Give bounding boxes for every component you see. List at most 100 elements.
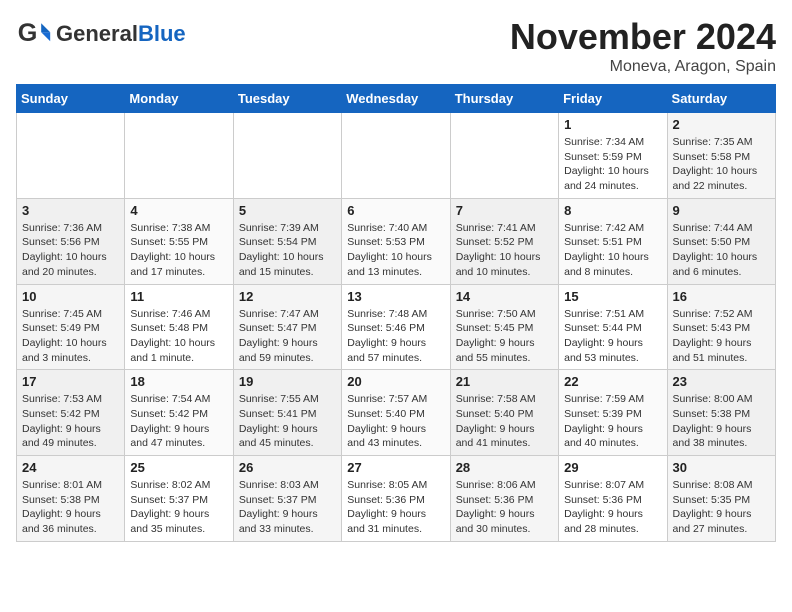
calendar-header-row: SundayMondayTuesdayWednesdayThursdayFrid… — [17, 85, 776, 113]
calendar-cell: 26Sunrise: 8:03 AM Sunset: 5:37 PM Dayli… — [233, 456, 341, 542]
calendar-cell: 6 Sunrise: 7:40 AM Sunset: 5:53 PM Daylig… — [342, 198, 450, 284]
day-info: Sunrise: 8:01 AM Sunset: 5:38 PM Dayligh… — [22, 478, 119, 537]
calendar-cell: 17 Sunrise: 7:53 AM Sunset: 5:42 PM Dayli… — [17, 370, 125, 456]
weekday-header-wednesday: Wednesday — [342, 85, 450, 113]
location-subtitle: Moneva, Aragon, Spain — [510, 58, 776, 76]
calendar-cell: 24 Sunrise: 8:01 AM Sunset: 5:38 PM Dayli… — [17, 456, 125, 542]
day-number: 27 — [347, 460, 444, 475]
day-info: Sunrise: 7:34 AM Sunset: 5:59 PM Dayligh… — [564, 135, 661, 194]
calendar-cell: 13 Sunrise: 7:48 AM Sunset: 5:46 PM Dayli… — [342, 284, 450, 370]
day-number: 5 — [239, 203, 336, 218]
calendar-cell: 14Sunrise: 7:50 AM Sunset: 5:45 PM Dayli… — [450, 284, 558, 370]
calendar-cell: 18 Sunrise: 7:54 AM Sunset: 5:42 PM Dayli… — [125, 370, 233, 456]
calendar-week-1: 1 Sunrise: 7:34 AM Sunset: 5:59 PM Daylig… — [17, 113, 776, 199]
calendar-cell — [450, 113, 558, 199]
day-info: Sunrise: 7:39 AM Sunset: 5:54 PM Dayligh… — [239, 221, 336, 280]
day-number: 22 — [564, 374, 661, 389]
logo-general: General — [56, 21, 138, 46]
day-info: Sunrise: 8:00 AM Sunset: 5:38 PM Dayligh… — [673, 392, 770, 451]
day-info: Sunrise: 7:44 AM Sunset: 5:50 PM Dayligh… — [673, 221, 770, 280]
calendar-cell: 11 Sunrise: 7:46 AM Sunset: 5:48 PM Dayli… — [125, 284, 233, 370]
day-number: 8 — [564, 203, 661, 218]
calendar-cell: 10 Sunrise: 7:45 AM Sunset: 5:49 PM Dayli… — [17, 284, 125, 370]
calendar-cell: 8 Sunrise: 7:42 AM Sunset: 5:51 PM Daylig… — [559, 198, 667, 284]
calendar-cell: 21Sunrise: 7:58 AM Sunset: 5:40 PM Dayli… — [450, 370, 558, 456]
calendar-cell: 2Sunrise: 7:35 AM Sunset: 5:58 PM Daylig… — [667, 113, 775, 199]
day-info: Sunrise: 7:41 AM Sunset: 5:52 PM Dayligh… — [456, 221, 553, 280]
day-info: Sunrise: 7:42 AM Sunset: 5:51 PM Dayligh… — [564, 221, 661, 280]
calendar-table: SundayMondayTuesdayWednesdayThursdayFrid… — [16, 84, 776, 542]
calendar-cell: 7 Sunrise: 7:41 AM Sunset: 5:52 PM Daylig… — [450, 198, 558, 284]
calendar-cell — [233, 113, 341, 199]
logo-blue: Blue — [138, 21, 186, 46]
day-number: 17 — [22, 374, 119, 389]
calendar-cell: 28 Sunrise: 8:06 AM Sunset: 5:36 PM Dayli… — [450, 456, 558, 542]
day-number: 29 — [564, 460, 661, 475]
day-info: Sunrise: 8:02 AM Sunset: 5:37 PM Dayligh… — [130, 478, 227, 537]
calendar-cell: 1 Sunrise: 7:34 AM Sunset: 5:59 PM Daylig… — [559, 113, 667, 199]
calendar-cell: 9Sunrise: 7:44 AM Sunset: 5:50 PM Daylig… — [667, 198, 775, 284]
day-info: Sunrise: 8:06 AM Sunset: 5:36 PM Dayligh… — [456, 478, 553, 537]
day-info: Sunrise: 7:45 AM Sunset: 5:49 PM Dayligh… — [22, 307, 119, 366]
calendar-cell — [17, 113, 125, 199]
day-info: Sunrise: 7:38 AM Sunset: 5:55 PM Dayligh… — [130, 221, 227, 280]
day-info: Sunrise: 7:46 AM Sunset: 5:48 PM Dayligh… — [130, 307, 227, 366]
day-info: Sunrise: 8:05 AM Sunset: 5:36 PM Dayligh… — [347, 478, 444, 537]
weekday-header-friday: Friday — [559, 85, 667, 113]
calendar-cell: 15Sunrise: 7:51 AM Sunset: 5:44 PM Dayli… — [559, 284, 667, 370]
logo: G GeneralBlue — [16, 16, 186, 52]
weekday-header-sunday: Sunday — [17, 85, 125, 113]
day-info: Sunrise: 8:03 AM Sunset: 5:37 PM Dayligh… — [239, 478, 336, 537]
calendar-cell: 12 Sunrise: 7:47 AM Sunset: 5:47 PM Dayli… — [233, 284, 341, 370]
calendar-cell: 27 Sunrise: 8:05 AM Sunset: 5:36 PM Dayli… — [342, 456, 450, 542]
weekday-header-saturday: Saturday — [667, 85, 775, 113]
day-number: 15 — [564, 289, 661, 304]
day-number: 14 — [456, 289, 553, 304]
calendar-cell — [342, 113, 450, 199]
svg-text:G: G — [18, 19, 38, 47]
calendar-cell: 5 Sunrise: 7:39 AM Sunset: 5:54 PM Daylig… — [233, 198, 341, 284]
page-header: G GeneralBlue November 2024 Moneva, Arag… — [16, 16, 776, 76]
calendar-cell: 16 Sunrise: 7:52 AM Sunset: 5:43 PM Dayli… — [667, 284, 775, 370]
day-number: 7 — [456, 203, 553, 218]
calendar-cell: 4 Sunrise: 7:38 AM Sunset: 5:55 PM Daylig… — [125, 198, 233, 284]
day-info: Sunrise: 7:48 AM Sunset: 5:46 PM Dayligh… — [347, 307, 444, 366]
day-info: Sunrise: 7:58 AM Sunset: 5:40 PM Dayligh… — [456, 392, 553, 451]
day-info: Sunrise: 7:40 AM Sunset: 5:53 PM Dayligh… — [347, 221, 444, 280]
day-number: 10 — [22, 289, 119, 304]
title-block: November 2024 Moneva, Aragon, Spain — [510, 16, 776, 76]
weekday-header-monday: Monday — [125, 85, 233, 113]
day-number: 30 — [673, 460, 770, 475]
calendar-cell — [125, 113, 233, 199]
day-number: 6 — [347, 203, 444, 218]
calendar-cell: 25 Sunrise: 8:02 AM Sunset: 5:37 PM Dayli… — [125, 456, 233, 542]
day-number: 2 — [673, 117, 770, 132]
day-info: Sunrise: 7:52 AM Sunset: 5:43 PM Dayligh… — [673, 307, 770, 366]
calendar-week-4: 17 Sunrise: 7:53 AM Sunset: 5:42 PM Dayli… — [17, 370, 776, 456]
day-info: Sunrise: 8:07 AM Sunset: 5:36 PM Dayligh… — [564, 478, 661, 537]
day-number: 12 — [239, 289, 336, 304]
day-number: 20 — [347, 374, 444, 389]
calendar-cell: 19Sunrise: 7:55 AM Sunset: 5:41 PM Dayli… — [233, 370, 341, 456]
day-number: 23 — [673, 374, 770, 389]
day-info: Sunrise: 7:53 AM Sunset: 5:42 PM Dayligh… — [22, 392, 119, 451]
day-number: 18 — [130, 374, 227, 389]
calendar-week-5: 24 Sunrise: 8:01 AM Sunset: 5:38 PM Dayli… — [17, 456, 776, 542]
day-number: 16 — [673, 289, 770, 304]
day-number: 28 — [456, 460, 553, 475]
day-number: 13 — [347, 289, 444, 304]
day-info: Sunrise: 7:59 AM Sunset: 5:39 PM Dayligh… — [564, 392, 661, 451]
day-number: 25 — [130, 460, 227, 475]
day-info: Sunrise: 8:08 AM Sunset: 5:35 PM Dayligh… — [673, 478, 770, 537]
day-number: 1 — [564, 117, 661, 132]
day-info: Sunrise: 7:57 AM Sunset: 5:40 PM Dayligh… — [347, 392, 444, 451]
calendar-week-2: 3Sunrise: 7:36 AM Sunset: 5:56 PM Daylig… — [17, 198, 776, 284]
day-info: Sunrise: 7:54 AM Sunset: 5:42 PM Dayligh… — [130, 392, 227, 451]
day-number: 4 — [130, 203, 227, 218]
calendar-cell: 20 Sunrise: 7:57 AM Sunset: 5:40 PM Dayli… — [342, 370, 450, 456]
day-number: 19 — [239, 374, 336, 389]
month-title: November 2024 — [510, 16, 776, 58]
day-number: 11 — [130, 289, 227, 304]
day-number: 24 — [22, 460, 119, 475]
day-info: Sunrise: 7:47 AM Sunset: 5:47 PM Dayligh… — [239, 307, 336, 366]
